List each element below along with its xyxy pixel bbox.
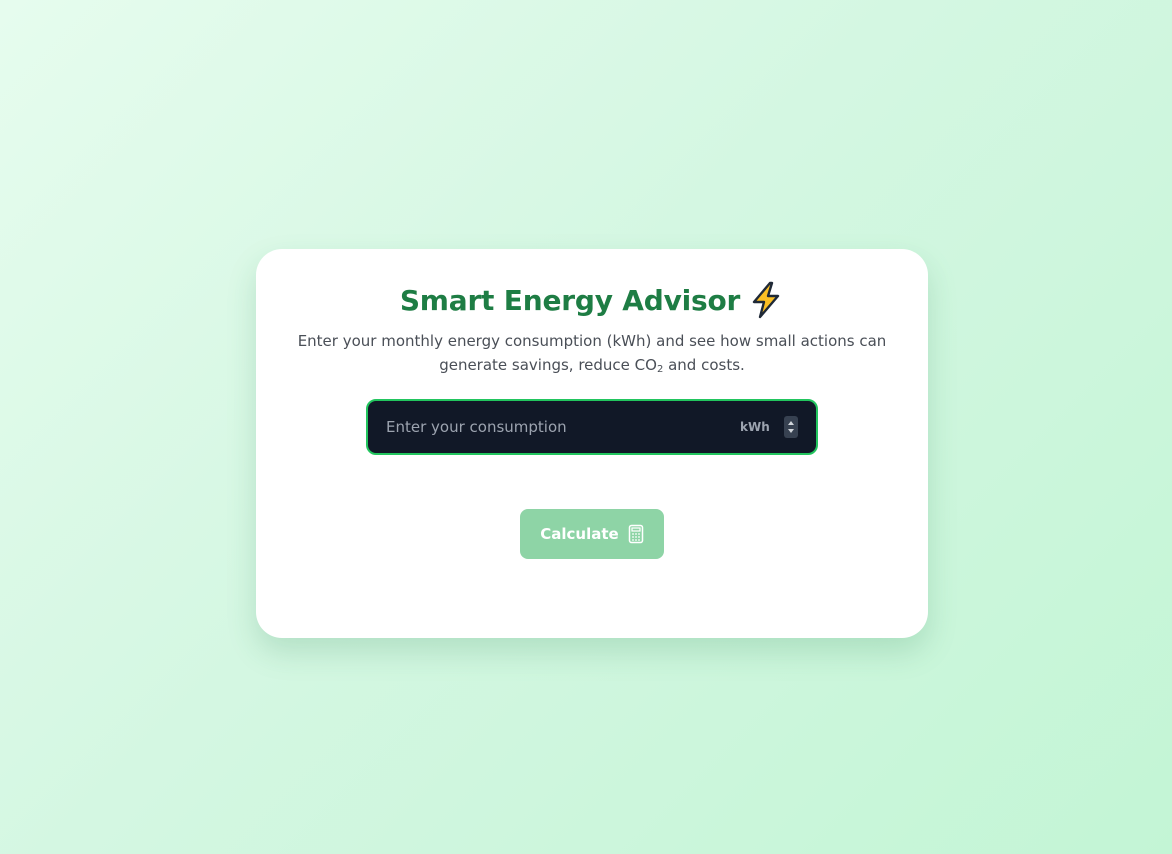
description: Enter your monthly energy consumption (k… bbox=[296, 329, 888, 382]
description-text: Enter your monthly energy consumption (k… bbox=[297, 332, 887, 374]
energy-advisor-card: Smart Energy Advisor Enter your monthly … bbox=[256, 249, 928, 638]
stepper-down-icon[interactable] bbox=[788, 429, 794, 433]
consumption-input-wrapper: kWh bbox=[366, 399, 818, 455]
title-row: Smart Energy Advisor bbox=[256, 281, 928, 319]
calculate-button-label: Calculate bbox=[540, 525, 619, 543]
stepper-up-icon[interactable] bbox=[788, 421, 794, 425]
calculate-button[interactable]: Calculate bbox=[520, 509, 664, 559]
page-title: Smart Energy Advisor bbox=[399, 283, 741, 317]
number-stepper[interactable] bbox=[784, 416, 798, 438]
unit-label: kWh bbox=[740, 420, 770, 434]
lightning-bolt-icon bbox=[748, 281, 784, 319]
description-text-end: and costs. bbox=[663, 356, 745, 374]
calculator-icon bbox=[628, 524, 644, 544]
consumption-input[interactable] bbox=[386, 401, 716, 453]
